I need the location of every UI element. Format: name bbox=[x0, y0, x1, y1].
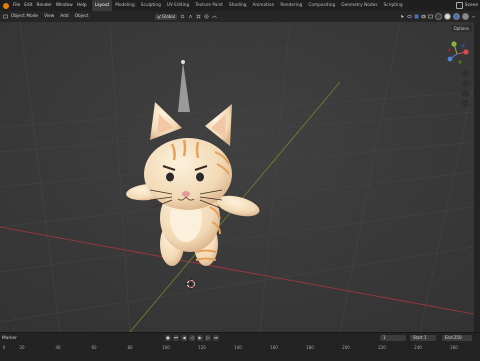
proportional-edit-icon[interactable] bbox=[204, 14, 209, 19]
menu-render[interactable]: Render bbox=[35, 0, 54, 11]
falloff-icon[interactable] bbox=[212, 14, 217, 19]
overlay-toggle-icon[interactable] bbox=[421, 14, 426, 19]
timeline-panel: Marker ● ⏮ ◀ ◁ ▶ ▷ ⏭ 1 Start 1 End 250 0… bbox=[0, 332, 480, 361]
next-keyframe-icon[interactable]: ▷ bbox=[205, 335, 211, 341]
scene-icon bbox=[455, 2, 463, 9]
navigation-gizmo[interactable] bbox=[444, 40, 470, 66]
cat-right-eye bbox=[196, 172, 204, 182]
playback-controls: ● ⏮ ◀ ◁ ▶ ▷ ⏭ bbox=[165, 335, 219, 341]
visibility-icon[interactable] bbox=[407, 14, 412, 19]
scene-selector[interactable]: Scene bbox=[455, 0, 478, 11]
options-dropdown[interactable]: Options bbox=[450, 25, 472, 32]
pan-icon[interactable] bbox=[462, 80, 469, 87]
tab-layout[interactable]: Layout bbox=[91, 0, 113, 11]
menu-window[interactable]: Window bbox=[54, 0, 75, 11]
perspective-toggle-icon[interactable] bbox=[462, 100, 469, 107]
top-bar: File Edit Render Window Help Layout Mode… bbox=[0, 0, 480, 11]
tab-compositing[interactable]: Compositing bbox=[305, 0, 338, 11]
menu-file[interactable]: File bbox=[11, 0, 22, 11]
xray-toggle-icon[interactable] bbox=[428, 14, 433, 19]
ruler-tick: 100 bbox=[162, 345, 170, 350]
camera-view-icon[interactable] bbox=[462, 90, 469, 97]
tab-scripting[interactable]: Scripting bbox=[381, 0, 406, 11]
gizmo-toggle-icon[interactable] bbox=[414, 14, 419, 19]
cat-left-eye bbox=[166, 172, 174, 182]
transform-tools: Global bbox=[155, 11, 217, 22]
menu-object[interactable]: Object bbox=[72, 14, 92, 19]
start-value: 1 bbox=[424, 335, 427, 340]
jump-start-icon[interactable]: ⏮ bbox=[173, 335, 179, 341]
tab-modeling[interactable]: Modeling bbox=[112, 0, 138, 11]
ruler-tick: 40 bbox=[55, 345, 61, 350]
snap-icon[interactable] bbox=[188, 14, 193, 19]
blender-logo-icon[interactable] bbox=[0, 0, 11, 11]
viewport-display-tools bbox=[400, 11, 476, 22]
viewport-background bbox=[0, 22, 474, 332]
prev-keyframe-icon[interactable]: ◀ bbox=[181, 335, 187, 341]
cat-nose bbox=[182, 191, 190, 197]
ruler-tick: 180 bbox=[306, 345, 314, 350]
ruler-tick: 140 bbox=[234, 345, 242, 350]
end-frame-field[interactable]: End 250 bbox=[442, 335, 472, 341]
tab-texture-paint[interactable]: Texture Paint bbox=[192, 0, 226, 11]
shading-options-icon[interactable] bbox=[471, 14, 476, 19]
ruler-tick: 0 bbox=[2, 345, 6, 350]
end-value: 250 bbox=[453, 335, 462, 340]
viewport-scene bbox=[0, 22, 474, 332]
ruler-tick: 20 bbox=[19, 345, 25, 350]
end-label: End bbox=[445, 335, 453, 340]
jump-end-icon[interactable]: ⏭ bbox=[213, 335, 219, 341]
workspace-tabs: Layout Modeling Sculpting UV Editing Tex… bbox=[91, 0, 406, 11]
current-frame-field[interactable]: 1 bbox=[380, 335, 406, 341]
ruler-tick: 80 bbox=[127, 345, 133, 350]
selectability-icon[interactable] bbox=[400, 14, 405, 19]
menu-view[interactable]: View bbox=[41, 14, 57, 19]
play-icon[interactable]: ▶ bbox=[197, 335, 203, 341]
tab-sculpting[interactable]: Sculpting bbox=[138, 0, 164, 11]
zoom-icon[interactable] bbox=[462, 70, 469, 77]
mode-select[interactable]: Object Mode bbox=[8, 14, 41, 19]
ruler-tick: 200 bbox=[342, 345, 350, 350]
ruler-tick: 60 bbox=[91, 345, 97, 350]
frame-ruler[interactable]: 0 20 40 60 80 100 120 140 160 180 200 22… bbox=[0, 345, 480, 353]
tab-rendering[interactable]: Rendering bbox=[277, 0, 305, 11]
orientation-label: Global bbox=[162, 14, 175, 19]
ruler-tick: 120 bbox=[198, 345, 206, 350]
menu-help[interactable]: Help bbox=[75, 0, 89, 11]
ruler-tick: 240 bbox=[414, 345, 422, 350]
menu-add[interactable]: Add bbox=[57, 14, 71, 19]
grid-snap-icon[interactable] bbox=[196, 14, 201, 19]
orientation-select[interactable]: Global bbox=[155, 13, 177, 20]
start-frame-field[interactable]: Start 1 bbox=[410, 335, 436, 341]
scene-label: Scene bbox=[464, 3, 478, 8]
keyframe-toggle-icon[interactable]: ● bbox=[165, 335, 171, 341]
tab-shading[interactable]: Shading bbox=[226, 0, 249, 11]
rendered-shading-icon[interactable] bbox=[462, 13, 469, 20]
start-label: Start bbox=[413, 335, 423, 340]
tab-geometry-nodes[interactable]: Geometry Nodes bbox=[338, 0, 380, 11]
ruler-tick: 220 bbox=[378, 345, 386, 350]
solid-shading-icon[interactable] bbox=[444, 13, 451, 20]
material-preview-shading-icon[interactable] bbox=[453, 13, 460, 20]
menu-edit[interactable]: Edit bbox=[22, 0, 34, 11]
ruler-tick: 160 bbox=[270, 345, 278, 350]
tab-animation[interactable]: Animation bbox=[249, 0, 277, 11]
pivot-icon[interactable] bbox=[180, 14, 185, 19]
ruler-tick: 260 bbox=[450, 345, 458, 350]
3d-viewport[interactable] bbox=[0, 22, 474, 332]
tab-uv-editing[interactable]: UV Editing bbox=[164, 0, 192, 11]
play-reverse-icon[interactable]: ◁ bbox=[189, 335, 195, 341]
wireframe-shading-icon[interactable] bbox=[435, 13, 442, 20]
right-tool-strip bbox=[474, 22, 480, 332]
marker-menu[interactable]: Marker bbox=[0, 336, 17, 341]
